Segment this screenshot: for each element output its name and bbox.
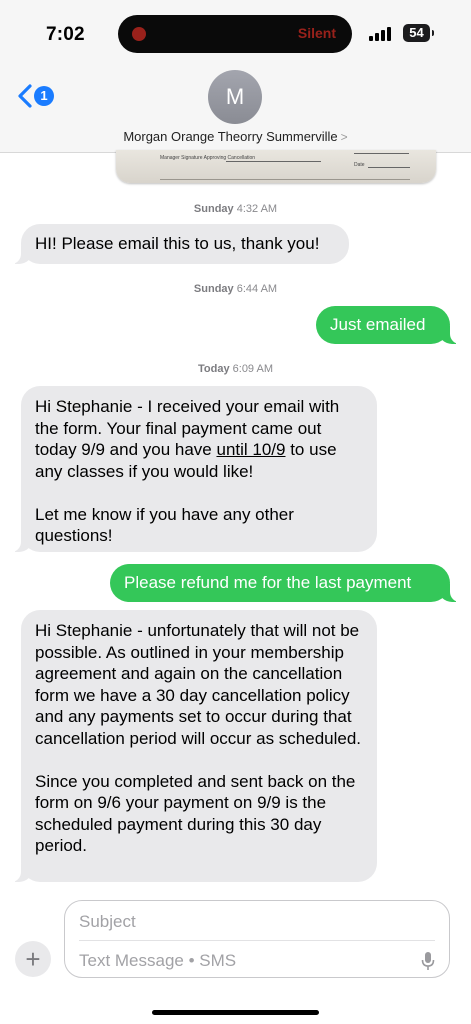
timestamp: Sunday 6:44 AM: [193, 283, 278, 295]
image-attachment[interactable]: Manager Signature Approving Cancellation…: [116, 150, 436, 183]
avatar[interactable]: M: [208, 70, 262, 124]
sent-message[interactable]: Just emailed: [316, 306, 460, 344]
microphone-icon[interactable]: [421, 951, 435, 971]
received-message[interactable]: HI! Please email this to us, thank you!: [11, 224, 349, 264]
cellular-signal-icon: [369, 27, 393, 41]
message-input[interactable]: [79, 950, 409, 972]
status-time: 7:02: [46, 24, 85, 45]
status-bar: 7:02 Silent 54: [0, 0, 471, 60]
timestamp: Sunday 4:32 AM: [193, 203, 278, 215]
chevron-left-icon: [18, 84, 32, 108]
silent-bell-icon: [132, 27, 146, 41]
dynamic-island: Silent: [118, 15, 352, 53]
received-message[interactable]: Hi Stephanie - I received your email wit…: [11, 386, 377, 552]
form-date-label: Date: [354, 162, 365, 168]
unread-count-badge: 1: [34, 86, 54, 106]
add-attachment-button[interactable]: +: [15, 941, 51, 977]
date-link[interactable]: until 10/9: [216, 440, 285, 459]
silent-mode-label: Silent: [297, 25, 336, 41]
chevron-right-icon: >: [340, 130, 348, 144]
conversation-header: 1 M Morgan Orange Theorry Summerville >: [0, 60, 471, 153]
composer-divider: [79, 940, 435, 941]
sent-message[interactable]: Please refund me for the last payment: [110, 564, 460, 602]
back-button[interactable]: 1: [14, 82, 58, 112]
timestamp: Today 6:09 AM: [198, 363, 273, 375]
message-composer: [64, 900, 450, 978]
contact-name[interactable]: Morgan Orange Theorry Summerville >: [0, 129, 471, 144]
subject-input[interactable]: [79, 911, 434, 933]
contact-name-label: Morgan Orange Theorry Summerville: [123, 129, 338, 144]
home-indicator[interactable]: [152, 1010, 319, 1015]
battery-icon: 54: [403, 24, 434, 42]
received-message[interactable]: Hi Stephanie - unfortunately that will n…: [11, 610, 377, 882]
plus-icon: +: [25, 944, 41, 974]
